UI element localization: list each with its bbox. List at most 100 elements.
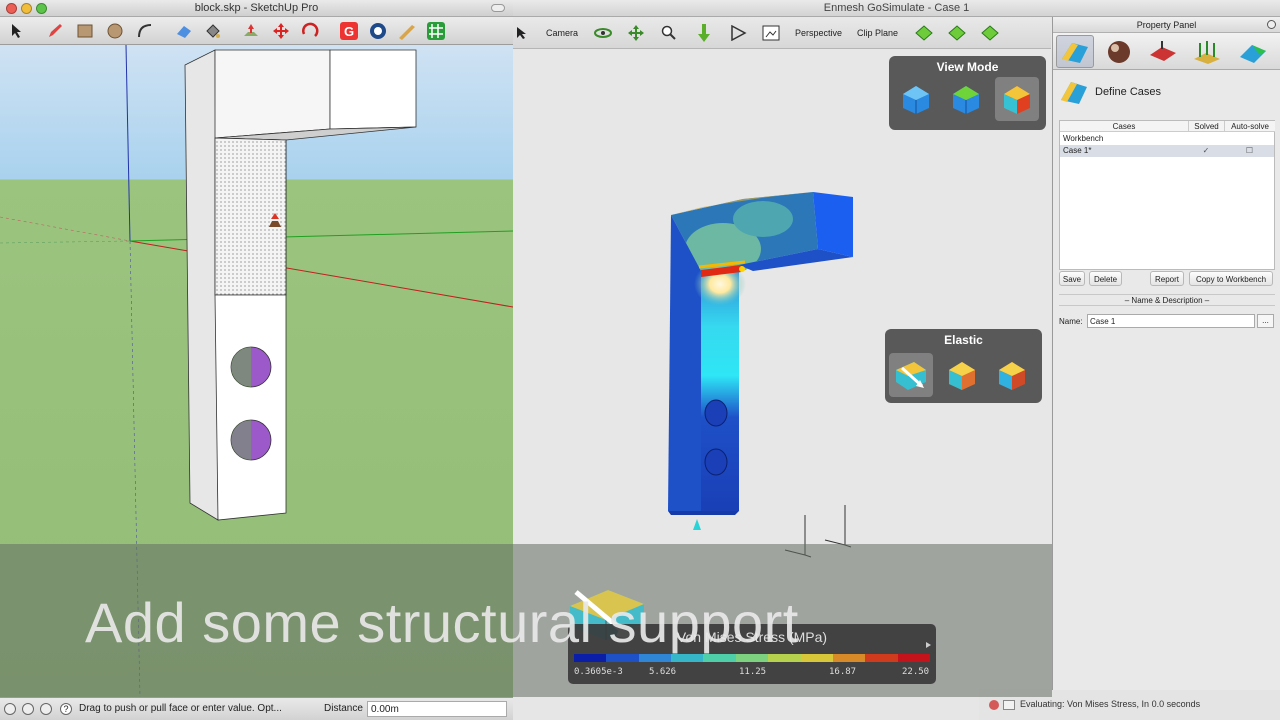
property-panel-title: Property Panel [1136,20,1197,30]
case-name: Workbench [1063,134,1104,143]
orbit-icon[interactable] [594,25,612,44]
close-button[interactable] [6,3,17,14]
legend-tick-4: 16.87 [829,667,857,677]
status-hint: Drag to push or pull face or enter value… [79,703,282,714]
arc-icon[interactable] [134,20,156,42]
help-icon[interactable]: ? [60,703,72,715]
browse-button[interactable]: ... [1257,314,1274,328]
clip-z-icon[interactable] [980,24,1000,45]
distance-input[interactable]: 0.00m [367,701,507,717]
section-title: Define Cases [1095,86,1162,98]
solved-check-icon: ✓ [1202,146,1210,155]
column-header-auto-solve[interactable]: Auto-solve [1225,121,1275,132]
auto-solve-checkbox[interactable]: ☐ [1227,145,1272,157]
select-arrow-icon[interactable] [515,26,527,43]
legend-tick-min: 0.3605e-3 [574,667,623,677]
move-icon[interactable] [270,20,292,42]
legend-color-segment [606,654,639,662]
circle-icon[interactable] [104,20,126,42]
name-label: Name: [1059,317,1083,326]
list-icon[interactable] [1003,700,1015,710]
eraser-icon[interactable] [173,20,195,42]
tape-icon[interactable] [396,20,418,42]
grid-icon[interactable] [425,20,447,42]
view-mode-title: View Mode [936,60,999,74]
save-button[interactable]: Save [1059,271,1085,286]
elastic-title: Elastic [944,333,983,347]
sketchup-titlebar: block.skp - SketchUp Pro [0,0,513,17]
view-surface-icon[interactable] [944,77,988,121]
cases-tab-icon[interactable] [1056,35,1094,68]
pan-icon[interactable] [627,24,645,45]
zoom-extents-icon[interactable] [695,23,713,46]
legend-color-segment [638,654,672,662]
toolbar-toggle-button[interactable] [491,4,505,12]
panel-close-icon[interactable] [1267,20,1276,29]
google-g-icon[interactable]: G [338,20,360,42]
pencil-icon[interactable] [44,20,66,42]
rotate-icon[interactable] [299,20,321,42]
copy-to-workbench-button[interactable]: Copy to Workbench [1189,271,1273,286]
svg-text:G: G [344,24,354,39]
gosimulate-toolbar: Camera Perspective Clip Plane [513,17,1051,49]
loads-tab-icon[interactable] [1144,35,1182,68]
legend-tick-3: 11.25 [739,667,767,677]
legend-tick-2: 5.626 [649,667,677,677]
credits-icon[interactable] [22,703,34,715]
material-tab-icon[interactable] [1100,35,1138,68]
legend-expand-icon[interactable] [926,642,931,648]
follow-icon[interactable] [367,20,389,42]
gosimulate-titlebar: Enmesh GoSimulate - Case 1 [513,0,1280,17]
clip-x-icon[interactable] [914,24,934,45]
table-row[interactable]: Workbench [1060,133,1274,145]
results-tab-icon[interactable] [1234,35,1272,68]
column-header-cases[interactable]: Cases [1060,121,1189,132]
perspective-button[interactable]: Perspective [795,17,842,49]
legend-color-segment [832,654,866,662]
zoom-icon[interactable] [661,25,677,44]
clip-y-icon[interactable] [947,24,967,45]
name-input[interactable]: Case 1 [1087,314,1255,328]
property-panel-titlebar: Property Panel [1053,17,1280,33]
load-case-icon[interactable] [889,353,933,397]
legend-color-segment [671,654,704,662]
report-button[interactable]: Report [1150,271,1184,286]
stress-icon[interactable] [990,353,1034,397]
zoom-button[interactable] [36,3,47,14]
collapse-right-icon: – [1204,296,1210,305]
sketchup-window-title: block.skp - SketchUp Pro [194,2,319,14]
distance-label: Distance [324,703,363,714]
stop-icon[interactable] [989,700,999,710]
collapse-left-icon: – [1124,296,1130,305]
sketchup-statusbar: ? Drag to push or pull face or enter val… [0,697,513,720]
name-description-title: Name & Description [1131,296,1203,305]
view-results-icon[interactable] [995,77,1039,121]
table-row[interactable]: Case 1* ✓ ☐ [1060,145,1274,157]
column-header-solved[interactable]: Solved [1189,121,1225,132]
legend-color-segment [735,654,769,662]
property-panel: Property Panel Define Cases Cases Solved… [1052,17,1280,690]
minimize-button[interactable] [21,3,32,14]
paint-bucket-icon[interactable] [202,20,224,42]
user-icon[interactable] [40,703,52,715]
push-pull-icon[interactable] [240,20,262,42]
clip-plane-button[interactable]: Clip Plane [857,17,898,49]
camera-button[interactable]: Camera [546,17,578,49]
legend-color-segment [703,654,736,662]
view-mesh-icon[interactable] [894,77,938,121]
constraints-tab-icon[interactable] [1188,35,1226,68]
legend-color-segment [865,654,898,662]
geo-location-icon[interactable] [4,703,16,715]
rectangle-icon[interactable] [74,20,96,42]
gosimulate-window-title: Enmesh GoSimulate - Case 1 [823,2,970,14]
legend-color-bar [574,654,930,662]
displacement-icon[interactable] [940,353,984,397]
case-name: Case 1* [1063,146,1092,155]
name-description-header[interactable]: – Name & Description – [1059,294,1275,306]
screenshot-icon[interactable] [762,25,780,44]
delete-button[interactable]: Delete [1089,271,1122,286]
desktop: block.skp - SketchUp Pro G ? Drag to pus… [0,0,1280,720]
play-icon[interactable] [729,24,747,44]
select-icon[interactable] [5,20,27,42]
sketchup-toolbar: G [0,17,513,45]
